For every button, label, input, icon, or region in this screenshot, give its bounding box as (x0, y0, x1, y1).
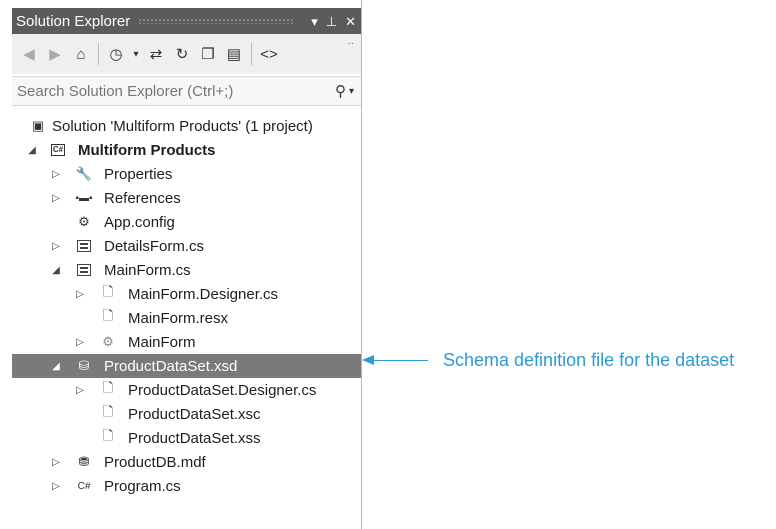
show-all-files-icon[interactable]: ▤ (223, 43, 245, 65)
tree-row-productdataset-designer[interactable]: ▷ 🗋 ProductDataSet.Designer.cs (12, 378, 362, 402)
back-icon[interactable]: ◀ (18, 43, 40, 65)
file-icon: 🗋 (102, 428, 114, 443)
tree-row-detailsform[interactable]: ▷ DetailsForm.cs (12, 234, 362, 258)
tree-item-label: MainForm.Designer.cs (128, 285, 279, 303)
history-icon[interactable]: ◷ (105, 43, 127, 65)
tree-row-productdataset-xsc[interactable]: 🗋 ProductDataSet.xsc (12, 402, 362, 426)
toolbar-overflow-icon[interactable]: ·· (347, 38, 354, 49)
tree-item-label: ProductDataSet.xsc (128, 405, 261, 423)
form-icon (74, 260, 94, 280)
tree-item-label: ProductDB.mdf (104, 453, 206, 471)
callout-line (372, 360, 428, 361)
collapse-all-icon[interactable]: ❐ (197, 43, 219, 65)
collapsed-arrow-icon[interactable]: ▷ (50, 169, 62, 180)
tree-row-solution[interactable]: ▣ Solution 'Multiform Products' (1 proje… (12, 114, 362, 138)
callout-text: Schema definition file for the dataset (443, 350, 735, 370)
search-icon[interactable]: ⚲ (335, 82, 346, 100)
sync-icon[interactable]: ⇄ (145, 43, 167, 65)
wrench-icon: 🔧 (75, 166, 93, 181)
tree-item-label: ProductDataSet.xsd (104, 357, 238, 375)
tree-item-label: MainForm (128, 333, 196, 351)
collapsed-arrow-icon[interactable]: ▷ (74, 337, 86, 348)
pin-icon[interactable]: ⊥ (326, 15, 337, 28)
tree-item-label: Multiform Products (78, 141, 216, 159)
form-icon (74, 236, 94, 256)
collapsed-arrow-icon[interactable]: ▷ (74, 289, 86, 300)
expanded-arrow-icon[interactable]: ◢ (26, 145, 38, 156)
tree-row-properties[interactable]: ▷ 🔧 Properties (12, 162, 362, 186)
expanded-arrow-icon[interactable]: ◢ (50, 265, 62, 276)
collapsed-arrow-icon[interactable]: ▷ (50, 457, 62, 468)
tree-item-label: MainForm.resx (128, 309, 229, 327)
home-icon[interactable]: ⌂ (70, 43, 92, 65)
close-icon[interactable]: ✕ (345, 15, 356, 28)
solution-icon: ▣ (31, 118, 45, 133)
search-options-icon[interactable]: ▾ (349, 86, 354, 97)
tree-row-mainform-class[interactable]: ▷ ⚙ MainForm (12, 330, 362, 354)
csharp-file-icon: C# (77, 480, 91, 492)
chevron-down-icon[interactable]: ▾ (131, 43, 141, 65)
view-code-icon[interactable]: <> (258, 43, 280, 65)
references-icon: ▪▬▪ (75, 192, 93, 204)
refresh-icon[interactable]: ↻ (171, 43, 193, 65)
search-bar: ⚲ ▾ (12, 76, 362, 106)
tree-item-label: ProductDataSet.xss (128, 429, 261, 447)
tree-item-label: DetailsForm.cs (104, 237, 205, 255)
solution-explorer-panel: Solution Explorer ▾ ⊥ ✕ ◀ ▶ ⌂ ◷ ▾ ⇄ ↻ ❐ … (12, 0, 362, 529)
file-icon: 🗋 (102, 308, 114, 323)
panel-border (361, 0, 362, 529)
tree-item-label: Program.cs (104, 477, 181, 495)
database-icon: ⛃ (78, 454, 90, 469)
tree-row-mainform-designer[interactable]: ▷ 🗋 MainForm.Designer.cs (12, 282, 362, 306)
collapsed-arrow-icon[interactable]: ▷ (50, 481, 62, 492)
tree-item-label: References (104, 189, 181, 207)
toolbar: ◀ ▶ ⌂ ◷ ▾ ⇄ ↻ ❐ ▤ <> ·· (12, 34, 362, 74)
drag-grip[interactable] (138, 18, 296, 24)
tree-row-mainform[interactable]: ◢ MainForm.cs (12, 258, 362, 282)
collapsed-arrow-icon[interactable]: ▷ (74, 385, 86, 396)
file-icon: 🗋 (102, 284, 114, 299)
file-icon: 🗋 (102, 380, 114, 395)
tree-item-label: App.config (104, 213, 175, 231)
class-icon: ⚙ (102, 334, 114, 349)
tree-row-project[interactable]: ◢ C# Multiform Products (12, 138, 362, 162)
tree-item-label: Solution 'Multiform Products' (1 project… (52, 117, 313, 135)
collapsed-arrow-icon[interactable]: ▷ (50, 241, 62, 252)
expanded-arrow-icon[interactable]: ◢ (50, 361, 62, 372)
panel-title: Solution Explorer (16, 12, 131, 30)
tree-row-productdataset-xss[interactable]: 🗋 ProductDataSet.xss (12, 426, 362, 450)
tree-item-label: ProductDataSet.Designer.cs (128, 381, 317, 399)
config-icon: ⚙ (78, 214, 90, 229)
file-icon: 🗋 (102, 404, 114, 419)
toolbar-separator (251, 43, 252, 65)
collapsed-arrow-icon[interactable]: ▷ (50, 193, 62, 204)
title-bar: Solution Explorer ▾ ⊥ ✕ (12, 8, 362, 34)
search-input[interactable] (17, 82, 335, 100)
tree-item-label: MainForm.cs (104, 261, 191, 279)
dropdown-icon[interactable]: ▾ (311, 15, 318, 28)
tree-row-productdataset-xsd[interactable]: ◢ ⛁ ProductDataSet.xsd (12, 354, 362, 378)
tree-row-program[interactable]: ▷ C# Program.cs (12, 474, 362, 498)
forward-icon[interactable]: ▶ (44, 43, 66, 65)
csharp-project-icon: C# (50, 144, 66, 156)
tree-row-productdb[interactable]: ▷ ⛃ ProductDB.mdf (12, 450, 362, 474)
tree-row-mainform-resx[interactable]: 🗋 MainForm.resx (12, 306, 362, 330)
tree-row-references[interactable]: ▷ ▪▬▪ References (12, 186, 362, 210)
tree-item-label: Properties (104, 165, 173, 183)
dataset-icon: ⛁ (78, 358, 90, 373)
tree-row-app-config[interactable]: ⚙ App.config (12, 210, 362, 234)
toolbar-separator (98, 43, 99, 65)
